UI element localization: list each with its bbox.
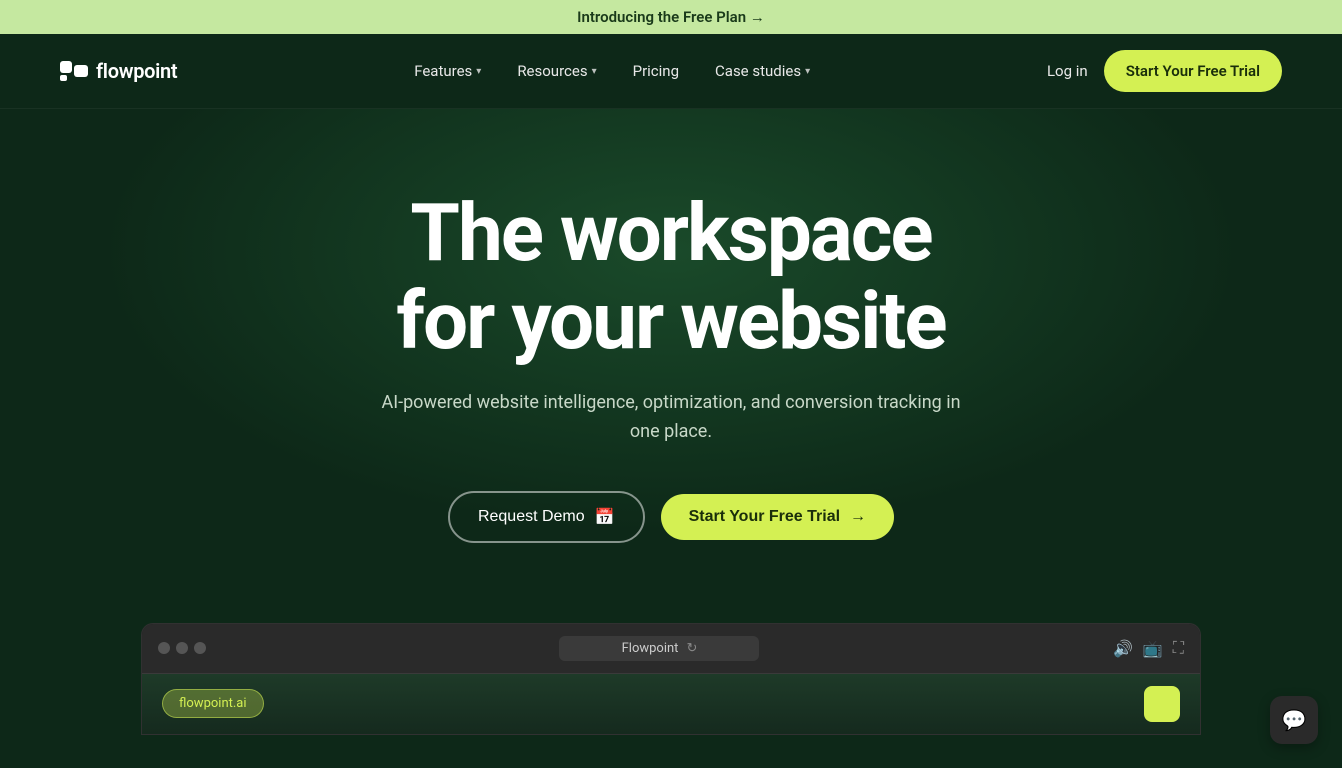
hero-title: The workspace for your website (396, 189, 945, 365)
nav-cta-button[interactable]: Start Your Free Trial (1104, 50, 1282, 92)
volume-icon[interactable]: 🔊 (1113, 639, 1133, 658)
logo-icon (60, 61, 88, 81)
browser-dots (158, 642, 206, 654)
nav-item-pricing[interactable]: Pricing (633, 62, 679, 80)
request-demo-button[interactable]: Request Demo 📅 (448, 491, 645, 543)
trial-button-label: Start Your Free Trial (689, 508, 840, 526)
chat-icon: 💬 (1282, 708, 1307, 732)
hero-title-line2: for your website (396, 274, 945, 368)
nav-item-features[interactable]: Features ▾ (414, 62, 481, 80)
demo-button-label: Request Demo (478, 508, 585, 526)
url-pill[interactable]: Flowpoint ↻ (559, 636, 759, 661)
browser-content: flowpoint.ai (142, 674, 1200, 734)
hero-buttons: Request Demo 📅 Start Your Free Trial → (448, 491, 894, 543)
nav-case-studies-label: Case studies (715, 62, 801, 80)
hero-title-line1: The workspace (410, 186, 931, 280)
browser-actions: 🔊 📺 ⛶ (1113, 638, 1184, 658)
resources-chevron-icon: ▾ (592, 66, 597, 77)
chat-widget[interactable]: 💬 (1270, 696, 1318, 744)
cast-icon[interactable]: 📺 (1143, 639, 1163, 658)
url-text: Flowpoint (622, 641, 679, 656)
login-button[interactable]: Log in (1047, 62, 1088, 80)
logo[interactable]: flowpoint (60, 59, 177, 83)
start-trial-button[interactable]: Start Your Free Trial → (661, 494, 894, 540)
nav-features-label: Features (414, 62, 472, 80)
announcement-text: Introducing the Free Plan → (577, 8, 765, 26)
calendar-icon: 📅 (595, 507, 615, 527)
content-pill-text: flowpoint.ai (179, 696, 247, 711)
browser-mockup: Flowpoint ↻ 🔊 📺 ⛶ flowpoint.ai (141, 623, 1201, 735)
browser-dot-red (158, 642, 170, 654)
nav-resources-label: Resources (517, 62, 587, 80)
nav-pricing-label: Pricing (633, 62, 679, 80)
browser-url-bar: Flowpoint ↻ (218, 636, 1101, 661)
browser-content-pill: flowpoint.ai (162, 689, 264, 718)
browser-dot-yellow (176, 642, 188, 654)
arrow-right-icon: → (850, 508, 866, 526)
nav-actions: Log in Start Your Free Trial (1047, 50, 1282, 92)
browser-dot-green (194, 642, 206, 654)
logo-text: flowpoint (96, 59, 177, 83)
browser-mockup-wrapper: Flowpoint ↻ 🔊 📺 ⛶ flowpoint.ai (0, 583, 1342, 735)
announcement-link[interactable]: Introducing the Free Plan → (577, 8, 765, 26)
browser-bar: Flowpoint ↻ 🔊 📺 ⛶ (142, 624, 1200, 674)
browser-content-accent (1144, 686, 1180, 722)
refresh-icon[interactable]: ↻ (686, 641, 697, 656)
case-studies-chevron-icon: ▾ (805, 66, 810, 77)
hero-subtitle: AI-powered website intelligence, optimiz… (371, 389, 971, 447)
hero-section: The workspace for your website AI-powere… (0, 109, 1342, 583)
fullscreen-icon[interactable]: ⛶ (1173, 638, 1184, 658)
navbar: flowpoint Features ▾ Resources ▾ Pricing… (0, 34, 1342, 109)
nav-item-resources[interactable]: Resources ▾ (517, 62, 596, 80)
features-chevron-icon: ▾ (476, 66, 481, 77)
nav-links: Features ▾ Resources ▾ Pricing Case stud… (414, 62, 810, 80)
announcement-bar[interactable]: Introducing the Free Plan → (0, 0, 1342, 34)
nav-item-case-studies[interactable]: Case studies ▾ (715, 62, 810, 80)
